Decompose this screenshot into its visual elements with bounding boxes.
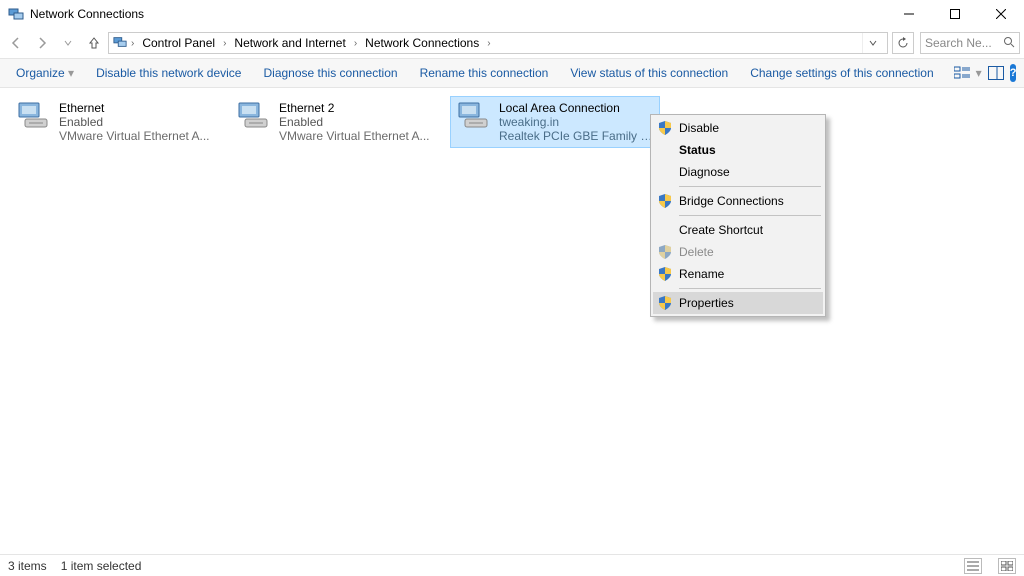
menu-separator (679, 288, 821, 289)
connection-item-ethernet[interactable]: Ethernet Enabled VMware Virtual Ethernet… (10, 96, 220, 148)
cmd-change-settings[interactable]: Change settings of this connection (742, 62, 941, 84)
uac-shield-icon (657, 120, 673, 136)
chevron-right-icon[interactable]: › (129, 38, 136, 49)
context-menu-properties[interactable]: Properties (653, 292, 823, 314)
search-input[interactable]: Search Ne... (920, 32, 1020, 54)
search-icon (1003, 36, 1015, 51)
connection-item-local-area-connection[interactable]: Local Area Connection tweaking.in Realte… (450, 96, 660, 148)
network-adapter-icon (237, 101, 273, 131)
nav-back-button[interactable] (4, 31, 28, 55)
network-adapter-icon (457, 101, 493, 131)
uac-shield-icon (657, 266, 673, 282)
connection-status: Enabled (279, 115, 430, 129)
breadcrumb-network-connections[interactable]: Network Connections (361, 33, 483, 53)
navigation-bar: › Control Panel › Network and Internet ›… (0, 28, 1024, 58)
connection-description: VMware Virtual Ethernet A... (279, 129, 430, 143)
change-view-button[interactable] (954, 62, 970, 84)
cmd-diagnose[interactable]: Diagnose this connection (255, 62, 405, 84)
status-bar: 3 items 1 item selected (0, 554, 1024, 576)
uac-shield-icon (657, 193, 673, 209)
uac-shield-icon (657, 244, 673, 260)
cmd-disable-device[interactable]: Disable this network device (88, 62, 249, 84)
address-history-dropdown[interactable] (862, 33, 883, 53)
chevron-down-icon: ▾ (68, 66, 74, 80)
status-selected-count: 1 item selected (61, 559, 142, 573)
connection-item-ethernet-2[interactable]: Ethernet 2 Enabled VMware Virtual Ethern… (230, 96, 440, 148)
connection-description: Realtek PCIe GBE Family C... (499, 129, 653, 143)
connection-status: tweaking.in (499, 115, 653, 129)
connection-name: Local Area Connection (499, 101, 653, 115)
menu-separator (679, 186, 821, 187)
search-placeholder: Search Ne... (925, 36, 999, 50)
status-item-count: 3 items (8, 559, 47, 573)
cmd-view-status[interactable]: View status of this connection (562, 62, 736, 84)
large-icons-view-button[interactable] (998, 558, 1016, 574)
address-bar[interactable]: › Control Panel › Network and Internet ›… (108, 32, 888, 54)
chevron-right-icon[interactable]: › (221, 38, 228, 49)
context-menu-diagnose[interactable]: Diagnose (653, 161, 823, 183)
network-connections-icon (8, 6, 24, 22)
context-menu: Disable Status Diagnose Bridge Connectio… (650, 114, 826, 317)
titlebar: Network Connections (0, 0, 1024, 28)
connection-name: Ethernet 2 (279, 101, 430, 115)
nav-up-button[interactable] (82, 31, 106, 55)
window-maximize-button[interactable] (932, 0, 978, 28)
nav-recent-dropdown[interactable] (56, 31, 80, 55)
chevron-right-icon[interactable]: › (485, 38, 492, 49)
connection-name: Ethernet (59, 101, 210, 115)
help-button[interactable]: ? (1010, 64, 1017, 82)
connection-status: Enabled (59, 115, 210, 129)
menu-separator (679, 215, 821, 216)
cmd-rename[interactable]: Rename this connection (412, 62, 557, 84)
breadcrumb-control-panel[interactable]: Control Panel (138, 33, 219, 53)
breadcrumb-network-and-internet[interactable]: Network and Internet (230, 33, 349, 53)
window-minimize-button[interactable] (886, 0, 932, 28)
context-menu-create-shortcut[interactable]: Create Shortcut (653, 219, 823, 241)
context-menu-disable[interactable]: Disable (653, 117, 823, 139)
preview-pane-button[interactable] (988, 62, 1004, 84)
chevron-right-icon[interactable]: › (352, 38, 359, 49)
connection-description: VMware Virtual Ethernet A... (59, 129, 210, 143)
nav-forward-button[interactable] (30, 31, 54, 55)
window-title: Network Connections (30, 7, 144, 21)
command-bar: Organize ▾ Disable this network device D… (0, 58, 1024, 88)
context-menu-delete: Delete (653, 241, 823, 263)
refresh-button[interactable] (892, 32, 914, 54)
window-close-button[interactable] (978, 0, 1024, 28)
details-view-button[interactable] (964, 558, 982, 574)
items-view[interactable]: Ethernet Enabled VMware Virtual Ethernet… (0, 88, 1024, 554)
location-icon (113, 35, 127, 52)
context-menu-rename[interactable]: Rename (653, 263, 823, 285)
change-view-dropdown[interactable]: ▾ (976, 62, 982, 84)
organize-menu[interactable]: Organize ▾ (8, 62, 82, 84)
network-adapter-icon (17, 101, 53, 131)
uac-shield-icon (657, 295, 673, 311)
context-menu-bridge-connections[interactable]: Bridge Connections (653, 190, 823, 212)
context-menu-status[interactable]: Status (653, 139, 823, 161)
